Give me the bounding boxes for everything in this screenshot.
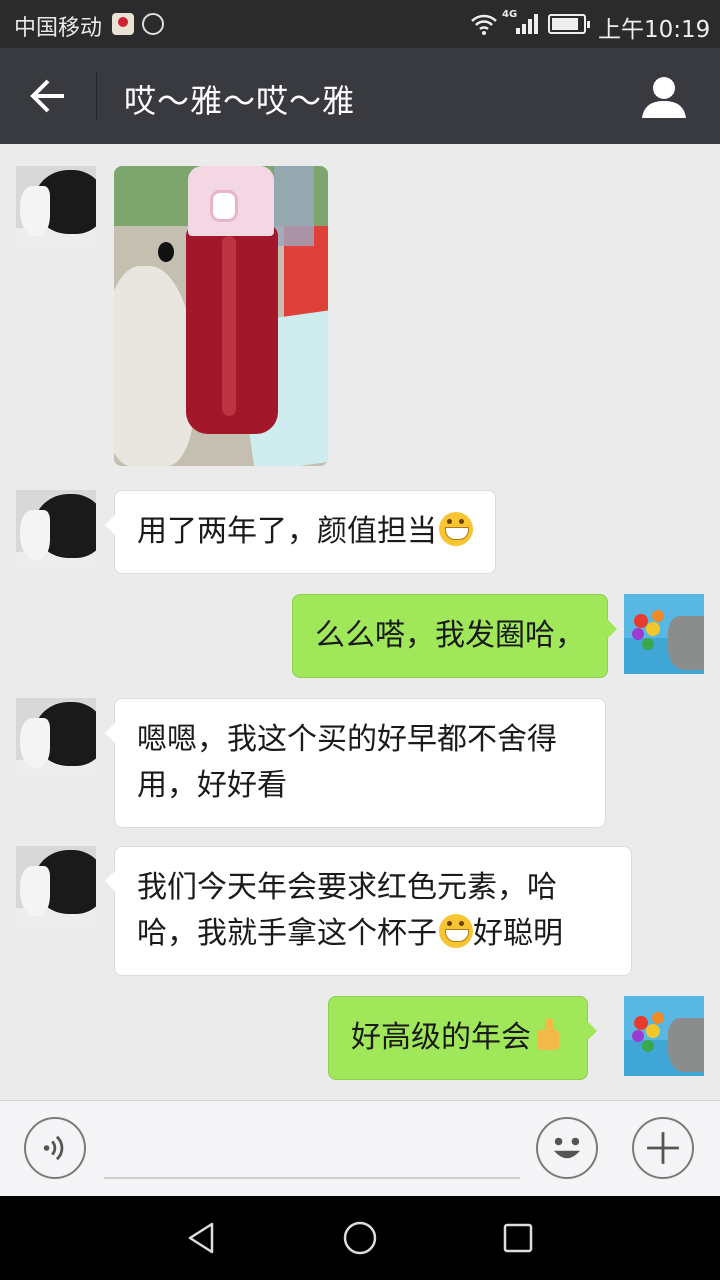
wifi-icon [471, 14, 497, 35]
message-text: 么么嗒，我发圈哈， [315, 618, 585, 653]
system-navigation-bar [0, 1196, 720, 1280]
message-text: 好高级的年会 [351, 1020, 531, 1055]
grin-emoji-icon [439, 512, 473, 546]
carrier-label: 中国移动 [14, 16, 103, 41]
battery-icon [548, 14, 590, 34]
person-icon[interactable] [636, 70, 692, 126]
incoming-message[interactable]: 用了两年了，颜值担当 [105, 490, 496, 574]
nav-back-icon[interactable] [182, 1218, 222, 1258]
my-avatar[interactable] [624, 594, 704, 674]
notification-shield-icon [142, 13, 164, 35]
contact-avatar[interactable] [16, 698, 96, 778]
message-text: 用了两年了，颜值担当 [137, 514, 437, 549]
message-line: 嗯嗯，我这个买的好早都不舍得 [137, 722, 557, 757]
plus-icon[interactable] [632, 1117, 694, 1179]
message-line: 好聪明 [473, 916, 563, 951]
nav-recent-apps-icon[interactable] [498, 1218, 538, 1258]
message-line: 哈，我就手拿这个杯子 [137, 916, 437, 951]
thumbs-up-emoji-icon [531, 1018, 565, 1052]
grin-emoji-icon [439, 914, 473, 948]
nav-home-icon[interactable] [340, 1218, 380, 1258]
header-divider [96, 72, 97, 120]
status-bar: 中国移动 4G 上午10:19 [0, 0, 720, 48]
incoming-message[interactable]: 我们今天年会要求红色元素，哈 哈，我就手拿这个杯子 好聪明 [105, 846, 632, 976]
chat-title: 哎～雅～哎～雅 [124, 82, 356, 120]
message-input-bar [0, 1100, 720, 1196]
smiley-icon[interactable] [536, 1117, 598, 1179]
message-text-input[interactable] [104, 1115, 520, 1179]
clock-label: 上午10:19 [598, 17, 711, 43]
message-list[interactable]: 用了两年了，颜值担当 么么嗒，我发圈哈， 嗯嗯，我这个买的好早都不舍得 用，好好… [0, 144, 720, 1100]
image-message[interactable] [114, 166, 328, 466]
back-arrow-icon[interactable] [20, 68, 76, 124]
outgoing-message[interactable]: 么么嗒，我发圈哈， [292, 594, 617, 678]
contact-avatar[interactable] [16, 490, 96, 570]
signal-icon [516, 14, 538, 34]
message-line: 我们今天年会要求红色元素，哈 [137, 870, 557, 905]
chat-header: 哎～雅～哎～雅 [0, 48, 720, 144]
message-line: 用，好好看 [137, 768, 287, 803]
my-avatar[interactable] [624, 996, 704, 1076]
notification-app-icon [112, 13, 134, 35]
voice-icon[interactable] [24, 1117, 86, 1179]
contact-avatar[interactable] [16, 846, 96, 926]
outgoing-message[interactable]: 好高级的年会 [328, 996, 597, 1080]
contact-avatar[interactable] [16, 166, 96, 246]
incoming-message[interactable]: 嗯嗯，我这个买的好早都不舍得 用，好好看 [105, 698, 606, 828]
